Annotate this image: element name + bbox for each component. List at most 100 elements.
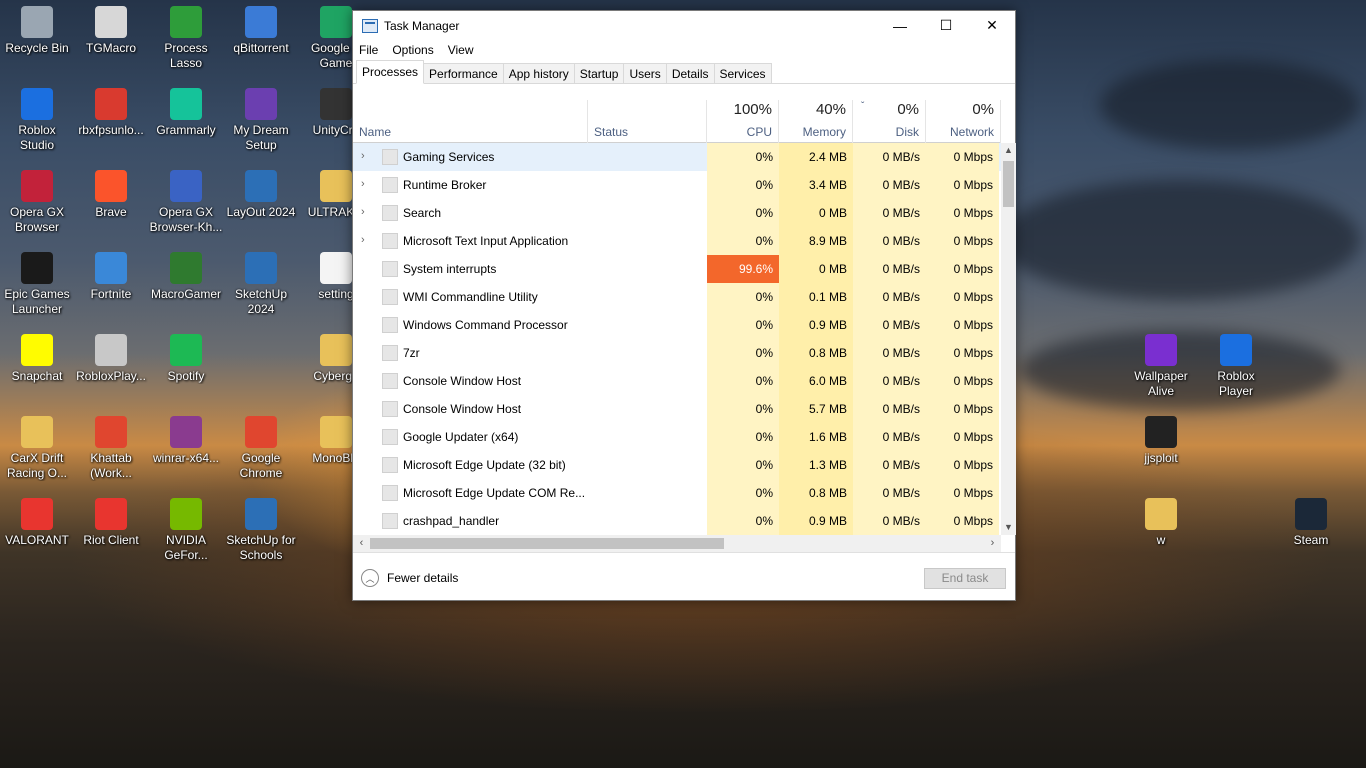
fewer-details-label: Fewer details <box>387 571 459 585</box>
title-bar[interactable]: Task Manager — ☐ ✕ <box>353 11 1015 40</box>
desktop-icon[interactable]: w <box>1124 498 1198 548</box>
column-disk[interactable]: ˇ 0% Disk <box>853 100 926 143</box>
tab-app-history[interactable]: App history <box>502 63 575 83</box>
maximize-button[interactable]: ☐ <box>923 11 969 40</box>
desktop-icon[interactable]: Epic Games Launcher <box>0 252 74 317</box>
tab-users[interactable]: Users <box>623 63 667 83</box>
desktop-icon[interactable]: Process Lasso <box>149 6 223 71</box>
expand-chevron-icon[interactable]: › <box>361 234 371 246</box>
network-value: 0 Mbps <box>926 255 999 283</box>
tab-startup[interactable]: Startup <box>573 63 625 83</box>
column-cpu[interactable]: 100% CPU <box>707 100 779 143</box>
desktop-icon[interactable]: jjsploit <box>1124 416 1198 466</box>
cpu-value: 0% <box>707 423 779 451</box>
tab-services[interactable]: Services <box>713 63 772 83</box>
process-row[interactable]: System interrupts 99.6% 0 MB 0 MB/s 0 Mbps <box>353 255 1001 283</box>
desktop-icon[interactable]: TGMacro <box>74 6 148 56</box>
desktop-icon[interactable]: My Dream Setup <box>224 88 298 153</box>
desktop-icon[interactable]: Khattab (Work... <box>74 416 148 481</box>
desktop-icon-label: w <box>1156 533 1166 547</box>
desktop-icon[interactable]: Spotify <box>149 334 223 384</box>
process-row[interactable]: Windows Command Processor 0% 0.9 MB 0 MB/s 0… <box>353 311 1001 339</box>
memory-value: 1.6 MB <box>779 423 853 451</box>
process-row[interactable]: WMI Commandline Utility 0% 0.1 MB 0 MB/s 0 M… <box>353 283 1001 311</box>
desktop-icon[interactable]: Opera GX Browser <box>0 170 74 235</box>
process-name: Microsoft Text Input Application <box>403 234 569 248</box>
fewer-details-button[interactable]: ︿ Fewer details <box>361 569 458 587</box>
expand-chevron-icon[interactable]: › <box>361 206 371 218</box>
desktop-icon[interactable]: rbxfpsunlo... <box>74 88 148 138</box>
column-network[interactable]: 0% Network <box>926 100 1001 143</box>
desktop-icon[interactable]: VALORANT <box>0 498 74 548</box>
column-memory[interactable]: 40% Memory <box>779 100 853 143</box>
process-name: Search <box>403 206 442 220</box>
vertical-scrollbar[interactable]: ▲ ▼ <box>1001 143 1016 535</box>
menu-file[interactable]: File <box>359 43 378 57</box>
desktop-icon[interactable]: NVIDIA GeFor... <box>149 498 223 563</box>
disk-value: 0 MB/s <box>853 227 926 255</box>
desktop-icon[interactable]: Steam <box>1274 498 1348 548</box>
process-row[interactable]: Google Updater (x64) 0% 1.6 MB 0 MB/s 0 Mbps <box>353 423 1001 451</box>
scroll-down-icon[interactable]: ▼ <box>1001 520 1016 535</box>
column-name[interactable]: Name <box>353 100 588 143</box>
desktop-icon[interactable]: SketchUp for Schools <box>224 498 298 563</box>
desktop-icon-label: MacroGamer <box>150 287 221 301</box>
process-row[interactable]: › Microsoft Text Input Application 0% 8.9 M… <box>353 227 1001 255</box>
menu-view[interactable]: View <box>448 43 474 57</box>
scroll-right-icon[interactable]: › <box>985 535 1000 552</box>
process-row[interactable]: Console Window Host 0% 5.7 MB 0 MB/s 0 Mbps <box>353 395 1001 423</box>
process-icon <box>382 513 398 529</box>
process-row[interactable]: › Search 0% 0 MB 0 MB/s 0 Mbps <box>353 199 1001 227</box>
qbittorrent-icon <box>245 6 277 38</box>
desktop-icon[interactable]: winrar-x64... <box>149 416 223 466</box>
desktop-icon[interactable]: Wallpaper Alive <box>1124 334 1198 399</box>
end-task-button[interactable]: End task <box>924 568 1006 589</box>
desktop-icon[interactable]: Roblox Studio <box>0 88 74 153</box>
expand-chevron-icon[interactable]: › <box>361 178 371 190</box>
process-row[interactable]: Microsoft Edge Update (32 bit) 0% 1.3 MB 0 … <box>353 451 1001 479</box>
desktop-icon-label: Wallpaper Alive <box>1134 369 1188 398</box>
brave-icon <box>95 170 127 202</box>
process-icon <box>382 373 398 389</box>
desktop-icon[interactable]: Opera GX Browser-Kh... <box>149 170 223 235</box>
disk-value: 0 MB/s <box>853 255 926 283</box>
minimize-button[interactable]: — <box>877 11 923 40</box>
desktop-icon[interactable]: qBittorrent <box>224 6 298 56</box>
horizontal-scroll-thumb[interactable] <box>370 538 724 549</box>
desktop-icon[interactable]: SketchUp 2024 <box>224 252 298 317</box>
desktop-icon[interactable]: Google Chrome <box>224 416 298 481</box>
process-row[interactable]: 7zr 0% 0.8 MB 0 MB/s 0 Mbps <box>353 339 1001 367</box>
desktop-icon-label: Spotify <box>167 369 205 383</box>
column-memory-label: Memory <box>802 125 846 139</box>
desktop-icon[interactable]: LayOut 2024 <box>224 170 298 220</box>
horizontal-scrollbar[interactable]: ‹ › <box>353 535 1001 552</box>
tab-performance[interactable]: Performance <box>423 63 504 83</box>
process-row[interactable]: crashpad_handler 0% 0.9 MB 0 MB/s 0 Mbps <box>353 507 1001 535</box>
process-row[interactable]: Microsoft Edge Update COM Re... 0% 0.8 MB 0… <box>353 479 1001 507</box>
desktop-icon[interactable]: Fortnite <box>74 252 148 302</box>
scroll-left-icon[interactable]: ‹ <box>354 535 369 552</box>
desktop-icon[interactable]: Snapchat <box>0 334 74 384</box>
my-dream-setup-icon <box>245 88 277 120</box>
desktop-icon[interactable]: CarX Drift Racing O... <box>0 416 74 481</box>
desktop-icon[interactable]: Brave <box>74 170 148 220</box>
close-button[interactable]: ✕ <box>969 11 1015 40</box>
desktop-icon[interactable]: Recycle Bin <box>0 6 74 56</box>
process-row[interactable]: › Gaming Services 0% 2.4 MB 0 MB/s 0 Mbps <box>353 143 1001 171</box>
tab-details[interactable]: Details <box>665 63 715 83</box>
expand-chevron-icon[interactable]: › <box>361 150 371 162</box>
disk-value: 0 MB/s <box>853 367 926 395</box>
desktop-icon[interactable]: MacroGamer <box>149 252 223 302</box>
process-row[interactable]: › Runtime Broker 0% 3.4 MB 0 MB/s 0 Mbps <box>353 171 1001 199</box>
column-status[interactable]: Status <box>588 100 707 143</box>
desktop-icon[interactable]: Riot Client <box>74 498 148 548</box>
desktop-icon[interactable]: Grammarly <box>149 88 223 138</box>
chrome-icon <box>245 416 277 448</box>
desktop-icon[interactable]: Roblox Player <box>1199 334 1273 399</box>
vertical-scroll-thumb[interactable] <box>1003 161 1014 207</box>
desktop-icon[interactable]: RobloxPlay... <box>74 334 148 384</box>
scroll-up-icon[interactable]: ▲ <box>1001 143 1016 158</box>
menu-options[interactable]: Options <box>392 43 433 57</box>
process-row[interactable]: Console Window Host 0% 6.0 MB 0 MB/s 0 Mbps <box>353 367 1001 395</box>
tab-processes[interactable]: Processes <box>356 60 425 84</box>
